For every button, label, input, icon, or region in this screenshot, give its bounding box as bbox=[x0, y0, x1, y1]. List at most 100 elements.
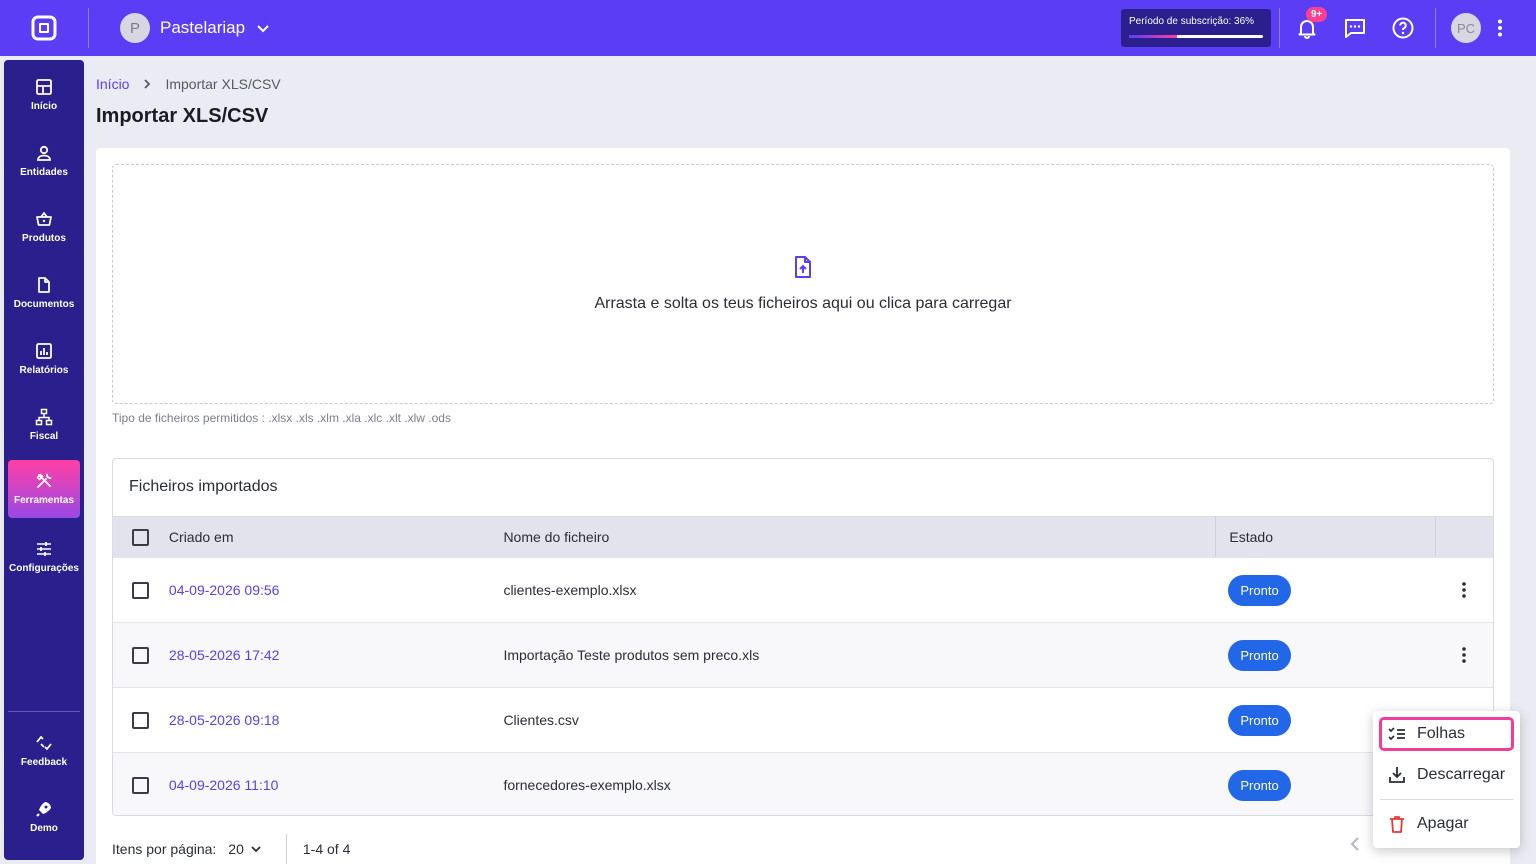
subscription-label: Período de subscrição: 36% bbox=[1129, 16, 1255, 27]
company-avatar: P bbox=[120, 13, 150, 43]
column-header-name[interactable]: Nome do ficheiro bbox=[503, 529, 1215, 545]
hierarchy-icon bbox=[35, 408, 53, 426]
file-dropzone[interactable]: Arrasta e solta os teus ficheiros aqui o… bbox=[112, 164, 1494, 404]
sidebar-item-label: Feedback bbox=[20, 757, 68, 768]
breadcrumb: Início Importar XLS/CSV bbox=[96, 76, 281, 92]
app-logo-icon[interactable] bbox=[30, 14, 58, 42]
sidebar-item-label: Ferramentas bbox=[13, 495, 75, 506]
page-title: Importar XLS/CSV bbox=[96, 105, 269, 127]
row-checkbox[interactable] bbox=[132, 581, 150, 599]
basket-icon bbox=[36, 212, 52, 226]
table-header: Criado em Nome do ficheiro Estado bbox=[113, 516, 1493, 557]
sidebar-item-documentos[interactable]: Documentos bbox=[8, 264, 80, 322]
sidebar-divider bbox=[8, 711, 80, 712]
subscription-progress-fill bbox=[1129, 35, 1178, 38]
page-range-label: 1-4 of 4 bbox=[302, 841, 351, 857]
status-badge: Pronto bbox=[1228, 704, 1291, 736]
company-selector[interactable]: P Pastelariap bbox=[120, 13, 271, 43]
row-file-name: clientes-exemplo.xlsx bbox=[503, 582, 637, 598]
company-name: Pastelariap bbox=[160, 18, 246, 37]
menu-item-label: Descarregar bbox=[1417, 766, 1506, 783]
breadcrumb-current: Importar XLS/CSV bbox=[165, 76, 281, 92]
sidebar-item-label: Produtos bbox=[22, 233, 66, 244]
row-created-link[interactable]: 04-09-2026 11:10 bbox=[169, 777, 279, 793]
items-per-page-select[interactable]: 20 bbox=[228, 841, 262, 857]
items-per-page-value: 20 bbox=[228, 841, 244, 857]
checklist-icon bbox=[1388, 727, 1405, 741]
status-badge: Pronto bbox=[1228, 769, 1291, 801]
menu-item-apagar[interactable]: Apagar bbox=[1379, 807, 1514, 841]
status-badge: Pronto bbox=[1228, 639, 1291, 671]
menu-item-descarregar[interactable]: Descarregar bbox=[1379, 758, 1514, 792]
row-created-link[interactable]: 28-05-2026 09:18 bbox=[169, 712, 280, 728]
paginator-divider bbox=[285, 834, 287, 864]
subscription-progress-track bbox=[1129, 35, 1263, 38]
download-icon bbox=[1389, 767, 1405, 783]
sidebar-item-label: Demo bbox=[30, 823, 58, 834]
tools-icon bbox=[36, 473, 52, 488]
row-file-name: Clientes.csv bbox=[503, 712, 579, 728]
row-file-name: Importação Teste produtos sem preco.xls bbox=[503, 647, 760, 663]
sliders-icon bbox=[37, 542, 51, 556]
sidebar-item-produtos[interactable]: Produtos bbox=[8, 198, 80, 256]
table-title: Ficheiros importados bbox=[129, 478, 278, 495]
column-header-created[interactable]: Criado em bbox=[169, 529, 504, 545]
table-row: 04-09-2026 09:56 clientes-exemplo.xlsx P… bbox=[113, 557, 1493, 622]
sidebar-item-label: Documentos bbox=[13, 299, 75, 310]
menu-divider bbox=[1380, 799, 1513, 800]
sidebar-item-feedback[interactable]: Feedback bbox=[8, 722, 80, 780]
notifications-badge: 9+ bbox=[1306, 7, 1328, 22]
topbar-divider bbox=[88, 8, 89, 48]
sidebar-item-label: Relatórios bbox=[19, 365, 69, 376]
select-all-checkbox[interactable] bbox=[132, 528, 150, 546]
more-vertical-icon[interactable] bbox=[1488, 16, 1512, 40]
menu-item-folhas[interactable]: Folhas bbox=[1379, 717, 1514, 751]
sidebar-item-entidades[interactable]: Entidades bbox=[8, 132, 80, 190]
row-checkbox[interactable] bbox=[132, 711, 150, 729]
chevron-left-icon[interactable] bbox=[1346, 834, 1366, 854]
rocket-icon bbox=[36, 802, 51, 817]
breadcrumb-home-link[interactable]: Início bbox=[96, 76, 129, 92]
sidebar-item-inicio[interactable]: Início bbox=[8, 66, 80, 124]
row-checkbox[interactable] bbox=[132, 646, 150, 664]
sidebar-item-ferramentas[interactable]: Ferramentas bbox=[8, 460, 80, 518]
sidebar-item-label: Entidades bbox=[20, 167, 68, 178]
chart-icon bbox=[36, 343, 52, 359]
table-row: 04-09-2026 11:10 fornecedores-exemplo.xl… bbox=[113, 752, 1493, 815]
import-card: Arrasta e solta os teus ficheiros aqui o… bbox=[96, 148, 1510, 864]
more-vertical-icon[interactable] bbox=[1454, 580, 1474, 600]
sidebar: Início Entidades Produtos Documentos Rel… bbox=[4, 60, 84, 860]
allowed-file-types: Tipo de ficheiros permitidos : .xlsx .xl… bbox=[112, 411, 451, 425]
feedback-icon bbox=[36, 736, 52, 750]
sidebar-item-label: Início bbox=[30, 101, 58, 112]
chat-icon[interactable] bbox=[1343, 16, 1367, 40]
sidebar-item-fiscal[interactable]: Fiscal bbox=[8, 396, 80, 454]
paginator: Itens por página: 20 1-4 of 4 bbox=[112, 834, 350, 864]
row-context-menu: Folhas Descarregar Apagar bbox=[1373, 711, 1520, 848]
more-vertical-icon[interactable] bbox=[1454, 645, 1474, 665]
table-row: 28-05-2026 09:18 Clientes.csv Pronto bbox=[113, 687, 1493, 752]
sidebar-item-configuracoes[interactable]: Configurações bbox=[8, 528, 80, 586]
user-avatar[interactable]: PC bbox=[1451, 13, 1481, 43]
help-icon[interactable] bbox=[1391, 16, 1415, 40]
imported-files-table: Ficheiros importados Criado em Nome do f… bbox=[112, 458, 1494, 816]
row-created-link[interactable]: 04-09-2026 09:56 bbox=[169, 582, 280, 598]
trash-icon bbox=[1390, 816, 1404, 833]
row-checkbox[interactable] bbox=[132, 776, 150, 794]
table-row: 28-05-2026 17:42 Importação Teste produt… bbox=[113, 622, 1493, 687]
column-header-state[interactable]: Estado bbox=[1215, 517, 1435, 557]
subscription-progress[interactable]: Período de subscrição: 36% bbox=[1121, 9, 1271, 47]
row-created-link[interactable]: 28-05-2026 17:42 bbox=[169, 647, 280, 663]
chevron-right-icon bbox=[144, 79, 151, 89]
row-file-name: fornecedores-exemplo.xlsx bbox=[503, 777, 671, 793]
menu-item-label: Folhas bbox=[1417, 725, 1466, 742]
top-bar: P Pastelariap Período de subscrição: 36%… bbox=[0, 0, 1536, 56]
sidebar-item-relatorios[interactable]: Relatórios bbox=[8, 330, 80, 388]
user-icon bbox=[37, 145, 51, 161]
sidebar-item-demo[interactable]: Demo bbox=[8, 788, 80, 846]
dropzone-text: Arrasta e solta os teus ficheiros aqui o… bbox=[594, 295, 1012, 312]
sidebar-item-label: Fiscal bbox=[29, 431, 59, 442]
grid-icon bbox=[36, 79, 52, 95]
menu-item-label: Apagar bbox=[1417, 815, 1469, 832]
file-upload-icon bbox=[795, 256, 811, 278]
